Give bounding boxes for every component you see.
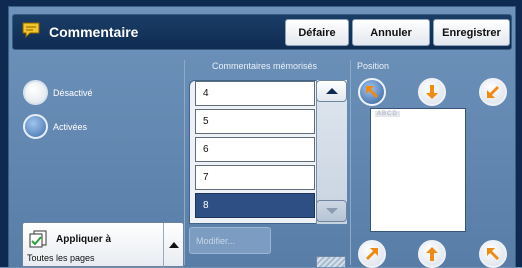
arrow-down-left-icon — [487, 86, 499, 98]
arrow-up-left-icon — [487, 248, 499, 260]
resize-grip[interactable] — [316, 256, 346, 267]
column-divider — [184, 60, 185, 265]
modify-button[interactable]: Modifier... — [189, 227, 271, 254]
chevron-up-icon — [325, 88, 338, 94]
radio-disabled[interactable] — [23, 80, 48, 105]
preview-comment-marker: ABCD — [375, 111, 400, 117]
list-item-selected[interactable]: 8 — [195, 193, 315, 218]
arrow-up-right-icon — [366, 248, 378, 260]
chevron-down-icon — [325, 208, 338, 214]
undo-button[interactable]: Défaire — [285, 19, 349, 46]
apply-to-title: Appliquer à — [56, 234, 112, 245]
position-heading: Position — [357, 61, 390, 71]
position-bottom-center-button[interactable] — [418, 240, 446, 268]
apply-to-dropdown[interactable] — [163, 223, 184, 267]
chevron-up-icon — [169, 242, 179, 248]
position-bottom-right-button[interactable] — [479, 240, 507, 268]
position-top-right-button[interactable] — [479, 78, 507, 106]
position-top-center-button[interactable] — [418, 78, 446, 106]
cancel-button[interactable]: Annuler — [352, 19, 430, 46]
arrow-up-icon — [426, 247, 438, 261]
list-item[interactable]: 7 — [195, 165, 315, 190]
scroll-up-button[interactable] — [316, 80, 347, 102]
position-bottom-left-button[interactable] — [358, 240, 386, 268]
apply-to-value: Toutes les pages — [27, 253, 95, 263]
apply-to-button[interactable]: Appliquer à Toutes les pages — [22, 222, 184, 267]
arrow-up-left-icon — [366, 86, 378, 98]
arrow-down-icon — [426, 85, 438, 99]
radio-enabled[interactable] — [23, 114, 48, 139]
scroll-down-button[interactable] — [316, 200, 347, 222]
radio-disabled-label: Désactivé — [53, 88, 93, 98]
comment-icon — [21, 21, 41, 44]
comments-heading: Commentaires mémorisés — [212, 61, 318, 71]
save-button[interactable]: Enregistrer — [433, 19, 510, 46]
position-top-left-button[interactable] — [358, 78, 386, 106]
list-item[interactable]: 6 — [195, 137, 315, 162]
position-preview: ABCD — [370, 108, 466, 232]
page-title: Commentaire — [49, 24, 139, 40]
column-divider — [350, 60, 351, 265]
title-area: Commentaire — [13, 15, 275, 49]
list-item[interactable]: 4 — [195, 81, 315, 106]
radio-enabled-label: Activées — [53, 122, 88, 132]
header-bar: Commentaire Défaire Annuler Enregistrer — [12, 14, 512, 50]
apply-pages-icon — [28, 230, 48, 253]
list-item[interactable]: 5 — [195, 109, 315, 134]
